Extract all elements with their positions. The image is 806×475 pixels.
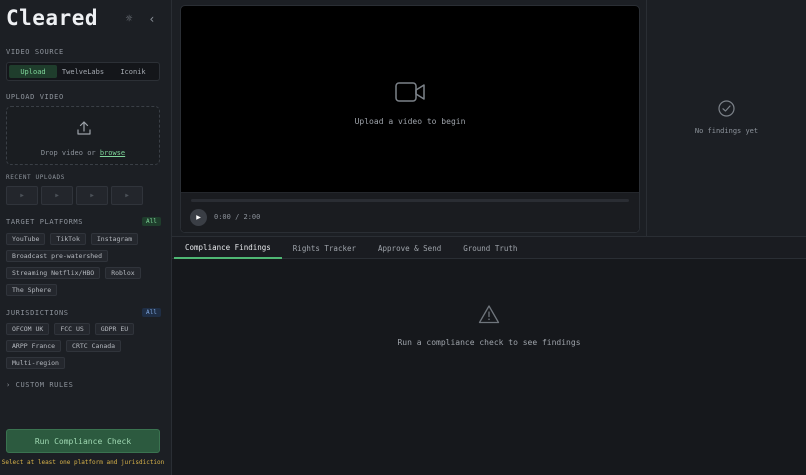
jurisdictions-label: JURISDICTIONS <box>6 309 69 317</box>
platform-chip-the-sphere[interactable]: The Sphere <box>6 284 58 296</box>
video-player[interactable]: Upload a video to begin ▶ 0:00 / 2:00 <box>180 5 640 233</box>
chevron-left-icon[interactable]: ‹ <box>145 12 159 26</box>
findings-empty-message: Run a compliance check to see findings <box>397 338 581 347</box>
platform-chip-tiktok[interactable]: TikTok <box>50 233 86 245</box>
source-option-twelvelabs[interactable]: TwelveLabs <box>59 65 107 78</box>
selection-warning: Select at least one platform and jurisdi… <box>1 459 165 466</box>
tab-bar: Compliance Findings Rights Tracker Appro… <box>172 236 806 259</box>
upload-icon <box>77 121 91 135</box>
jurisdiction-chip-ofcom[interactable]: OFCOM UK <box>6 323 50 335</box>
drop-text: Drop video or browse <box>40 149 126 157</box>
custom-rules-toggle[interactable]: › CUSTOM RULES <box>6 381 73 389</box>
app-title: Cleared <box>6 6 99 30</box>
recent-upload-thumb[interactable]: ▶ <box>41 186 73 205</box>
recent-upload-thumb[interactable]: ▶ <box>6 186 38 205</box>
video-empty-message: Upload a video to begin <box>354 117 466 126</box>
browse-link[interactable]: browse <box>100 149 125 157</box>
jurisdiction-chips: OFCOM UK FCC US GDPR EU ARPP France CRTC… <box>6 323 166 369</box>
jurisdiction-chip-fcc[interactable]: FCC US <box>54 323 90 335</box>
upload-video-label: UPLOAD VIDEO <box>6 93 64 101</box>
jurisdiction-chip-gdpr[interactable]: GDPR EU <box>94 323 135 335</box>
play-icon: ▶ <box>90 192 94 199</box>
tab-rights-tracker[interactable]: Rights Tracker <box>282 237 367 259</box>
platform-chip-youtube[interactable]: YouTube <box>6 233 46 245</box>
jurisdictions-all-badge[interactable]: All <box>142 308 161 317</box>
play-icon: ▶ <box>55 192 59 199</box>
platform-chips: YouTube TikTok Instagram Broadcast pre-w… <box>6 233 166 296</box>
chevron-right-icon: › <box>6 381 11 389</box>
video-area: Upload a video to begin ▶ 0:00 / 2:00 <box>172 0 646 236</box>
player-controls: ▶ 0:00 / 2:00 <box>181 192 639 232</box>
video-source-toggle: Upload TwelveLabs Iconik <box>6 62 160 81</box>
play-icon: ▶ <box>20 192 24 199</box>
platform-chip-roblox[interactable]: Roblox <box>105 267 141 279</box>
progress-bar[interactable] <box>191 199 629 202</box>
platform-chip-instagram[interactable]: Instagram <box>90 233 139 245</box>
no-findings-text: No findings yet <box>694 127 759 135</box>
sidebar: Cleared ☼ ‹ VIDEO SOURCE Upload TwelveLa… <box>0 0 172 475</box>
source-option-iconik[interactable]: Iconik <box>109 65 157 78</box>
tab-ground-truth[interactable]: Ground Truth <box>452 237 528 259</box>
recent-upload-thumb[interactable]: ▶ <box>76 186 108 205</box>
platform-chip-streaming[interactable]: Streaming Netflix/HBO <box>6 267 101 279</box>
play-icon: ▶ <box>196 215 201 221</box>
video-dropzone[interactable]: Drop video or browse <box>6 106 160 165</box>
play-icon: ▶ <box>125 192 129 199</box>
sun-icon[interactable]: ☼ <box>122 12 136 26</box>
target-platforms-label: TARGET PLATFORMS <box>6 218 84 226</box>
recent-upload-thumb[interactable]: ▶ <box>111 186 143 205</box>
findings-content: Run a compliance check to see findings <box>172 259 806 475</box>
warning-icon <box>478 305 500 324</box>
platform-chip-broadcast[interactable]: Broadcast pre-watershed <box>6 250 109 262</box>
tab-approve-send[interactable]: Approve & Send <box>367 237 452 259</box>
recent-uploads: ▶ ▶ ▶ ▶ <box>6 186 143 205</box>
time-display: 0:00 / 2:00 <box>214 213 261 221</box>
video-source-label: VIDEO SOURCE <box>6 48 64 56</box>
findings-summary-panel: No findings yet <box>646 0 806 236</box>
custom-rules-label: CUSTOM RULES <box>15 381 74 389</box>
jurisdiction-chip-crtc[interactable]: CRTC Canada <box>66 340 122 352</box>
platforms-all-badge[interactable]: All <box>142 217 161 226</box>
video-camera-icon <box>395 82 425 102</box>
check-circle-icon <box>718 100 735 117</box>
play-button[interactable]: ▶ <box>190 209 207 226</box>
recent-uploads-label: RECENT UPLOADS <box>6 174 65 181</box>
source-option-upload[interactable]: Upload <box>9 65 57 78</box>
tab-compliance-findings[interactable]: Compliance Findings <box>174 237 282 259</box>
jurisdiction-chip-arpp[interactable]: ARPP France <box>6 340 62 352</box>
jurisdiction-chip-multi-region[interactable]: Multi-region <box>6 357 65 369</box>
run-compliance-check-button[interactable]: Run Compliance Check <box>6 429 160 453</box>
